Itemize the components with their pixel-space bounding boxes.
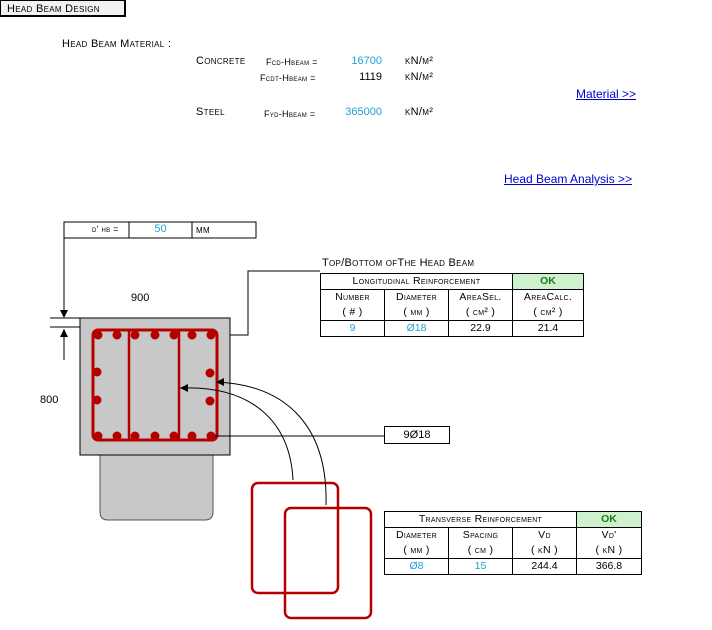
- rebar-dot: [93, 431, 103, 441]
- rebar-dot: [112, 330, 122, 340]
- transverse-table: Transverse Reinforcement OK Diameter Spa…: [384, 511, 642, 575]
- trans-header-diameter: Diameter: [384, 527, 449, 543]
- long-value-diameter[interactable]: Ø18: [384, 320, 449, 337]
- long-header-number: Number: [320, 289, 385, 305]
- trans-header-spacing: Spacing: [448, 527, 513, 543]
- rebar-dot: [92, 367, 102, 377]
- long-status-badge: OK: [512, 273, 584, 290]
- long-unit-areasel: ( cm² ): [448, 305, 513, 321]
- rebar-dot: [169, 330, 179, 340]
- trans-header-vd-prime: Vd': [576, 527, 642, 543]
- longitudinal-table: Longitudinal Reinforcement OK Number Dia…: [320, 273, 584, 337]
- trans-value-diameter[interactable]: Ø8: [384, 558, 449, 575]
- long-value-areacalc: 21.4: [512, 320, 584, 337]
- rebar-dot: [169, 431, 179, 441]
- rebar-dot: [205, 396, 215, 406]
- trans-status-badge: OK: [576, 511, 642, 528]
- trans-value-vd-prime: 366.8: [576, 558, 642, 575]
- trans-unit-diameter: ( mm ): [384, 543, 449, 559]
- rebar-dot: [206, 330, 216, 340]
- long-unit-areacalc: ( cm² ): [512, 305, 584, 321]
- rebar-dot: [187, 330, 197, 340]
- trans-unit-vd: ( kN ): [512, 543, 577, 559]
- trans-unit-spacing: ( cm ): [448, 543, 513, 559]
- cover-label: d' hb =: [92, 224, 119, 234]
- long-header-diameter: Diameter: [384, 289, 449, 305]
- section-height-label: 800: [40, 394, 59, 406]
- rebar-dot: [150, 330, 160, 340]
- long-table-leader: [230, 270, 320, 336]
- stirrup-detail-1: [250, 481, 340, 595]
- bar-callout: 9Ø18: [384, 426, 450, 444]
- rebar-dot: [130, 330, 140, 340]
- rebar-dot: [205, 368, 215, 378]
- rebar-dot: [112, 431, 122, 441]
- long-title: Longitudinal Reinforcement: [320, 273, 513, 290]
- section-width-label: 900: [131, 292, 150, 304]
- rebar-dot: [187, 431, 197, 441]
- trans-title: Transverse Reinforcement: [384, 511, 577, 528]
- cover-unit: mm: [196, 224, 210, 236]
- long-value-number[interactable]: 9: [320, 320, 385, 337]
- cover-value[interactable]: 50: [129, 223, 192, 235]
- long-unit-number: ( # ): [320, 305, 385, 321]
- long-value-areasel: 22.9: [448, 320, 513, 337]
- trans-header-vd: Vd: [512, 527, 577, 543]
- trans-value-spacing[interactable]: 15: [448, 558, 513, 575]
- rebar-dot: [130, 431, 140, 441]
- trans-unit-vd-prime: ( kN ): [576, 543, 642, 559]
- long-caption: Top/Bottom ofThe Head Beam: [322, 257, 475, 269]
- column-shape: [99, 454, 214, 521]
- long-header-areacalc: AreaCalc.: [512, 289, 584, 305]
- long-unit-diameter: ( mm ): [384, 305, 449, 321]
- curve-arrow-2: [215, 381, 327, 506]
- long-header-areasel: AreaSel.: [448, 289, 513, 305]
- trans-value-vd: 244.4: [512, 558, 577, 575]
- rebar-dot: [92, 395, 102, 405]
- rebar-dot: [206, 431, 216, 441]
- stirrup-detail-2: [283, 506, 373, 620]
- rebar-dot: [150, 431, 160, 441]
- rebar-dot: [93, 330, 103, 340]
- cover-arrow-icon: [60, 310, 68, 318]
